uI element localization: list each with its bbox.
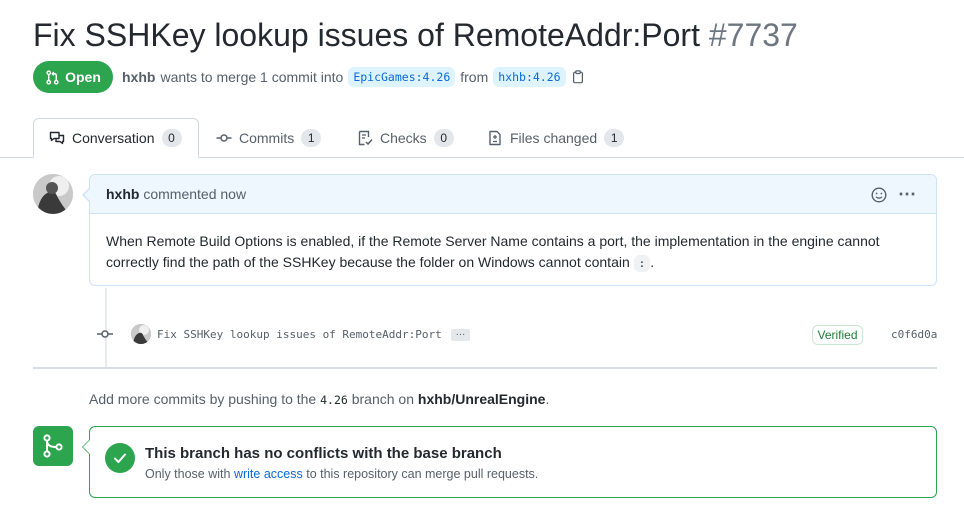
tab-commits-label: Commits [239, 130, 295, 146]
push-hint-branch: 4.26 [320, 393, 348, 407]
check-circle-icon [105, 443, 135, 473]
tab-conversation[interactable]: Conversation 0 [33, 118, 199, 158]
commit-sha-link[interactable]: c0f6d0a [891, 328, 937, 341]
commit-avatar[interactable] [131, 324, 151, 344]
git-merge-glyph [43, 434, 63, 458]
comment-header-text: hxhb commented now [106, 186, 246, 202]
tab-checks[interactable]: Checks 0 [357, 118, 454, 158]
kebab-menu-icon[interactable]: ⋯ [898, 185, 917, 203]
git-merge-icon [33, 426, 73, 466]
comment-meta[interactable]: commented now [143, 186, 246, 202]
check-icon [114, 453, 126, 463]
avatar-image [33, 174, 73, 214]
merge-sub-suffix: to this repository can merge pull reques… [306, 467, 539, 481]
git-commit-icon [216, 134, 232, 142]
tab-conversation-label: Conversation [72, 130, 155, 146]
pr-state-badge: Open [33, 61, 113, 93]
comment-header: hxhb commented now ⋯ [90, 175, 936, 214]
head-branch-ref[interactable]: hxhb:4.26 [493, 67, 566, 87]
pr-title: Fix SSHKey lookup issues of RemoteAddr:P… [33, 14, 798, 56]
file-diff-icon [489, 130, 501, 146]
pr-meta: hxhb wants to merge 1 commit into EpicGa… [122, 66, 585, 88]
comment-author[interactable]: hxhb [106, 186, 139, 202]
pr-author-link[interactable]: hxhb [122, 69, 155, 85]
verified-badge[interactable]: Verified [812, 325, 863, 345]
merge-status-title: This branch has no conflicts with the ba… [145, 445, 502, 462]
push-hint-repo[interactable]: hxhb/UnrealEngine [418, 391, 546, 407]
merge-sub-prefix: Only those with [145, 467, 231, 481]
timeline-separator [33, 367, 937, 369]
pr-state-label: Open [65, 69, 101, 85]
smiley-icon[interactable] [871, 187, 887, 203]
avatar[interactable] [33, 174, 73, 214]
pr-title-text: Fix SSHKey lookup issues of RemoteAddr:P… [33, 17, 700, 53]
comment-discussion-icon [49, 131, 65, 145]
merge-status-subtitle: Only those with write access to this rep… [145, 467, 538, 481]
comment-body: When Remote Build Options is enabled, if… [106, 231, 916, 274]
tab-checks-count: 0 [433, 129, 454, 147]
commit-expand-button[interactable]: … [451, 328, 470, 341]
tab-conversation-count: 0 [161, 129, 182, 147]
pr-from-text: from [460, 69, 489, 85]
merge-status-box: This branch has no conflicts with the ba… [82, 426, 937, 498]
checklist-icon [358, 130, 373, 146]
base-branch-ref[interactable]: EpicGames:4.26 [348, 67, 456, 87]
copy-icon[interactable] [571, 70, 585, 84]
tab-files-changed[interactable]: Files changed 1 [487, 118, 625, 158]
tab-files-changed-count: 1 [604, 129, 625, 147]
avatar-image [131, 324, 151, 344]
git-commit-icon [97, 330, 113, 338]
git-pull-request-icon [46, 69, 59, 85]
commit-message-link[interactable]: Fix SSHKey lookup issues of RemoteAddr:P… [157, 328, 442, 341]
tab-checks-label: Checks [380, 130, 427, 146]
tab-commits[interactable]: Commits 1 [216, 118, 322, 158]
comment-box: hxhb commented now ⋯ When Remote Build O… [82, 174, 937, 286]
push-hint-suffix: . [545, 391, 550, 407]
push-hint-middle: branch on [351, 391, 414, 407]
tab-files-changed-label: Files changed [510, 130, 598, 146]
comment-body-suffix: . [650, 254, 655, 270]
tab-commits-count: 1 [301, 129, 322, 147]
comment-inline-code: : [633, 255, 651, 272]
write-access-link[interactable]: write access [234, 467, 303, 481]
push-hint-prefix: Add more commits by pushing to the [89, 391, 317, 407]
pr-merge-text: wants to merge 1 commit into [160, 69, 344, 85]
comment-body-text: When Remote Build Options is enabled, if… [106, 233, 880, 270]
push-hint: Add more commits by pushing to the 4.26 … [89, 391, 549, 407]
pr-number: #7737 [708, 17, 798, 53]
